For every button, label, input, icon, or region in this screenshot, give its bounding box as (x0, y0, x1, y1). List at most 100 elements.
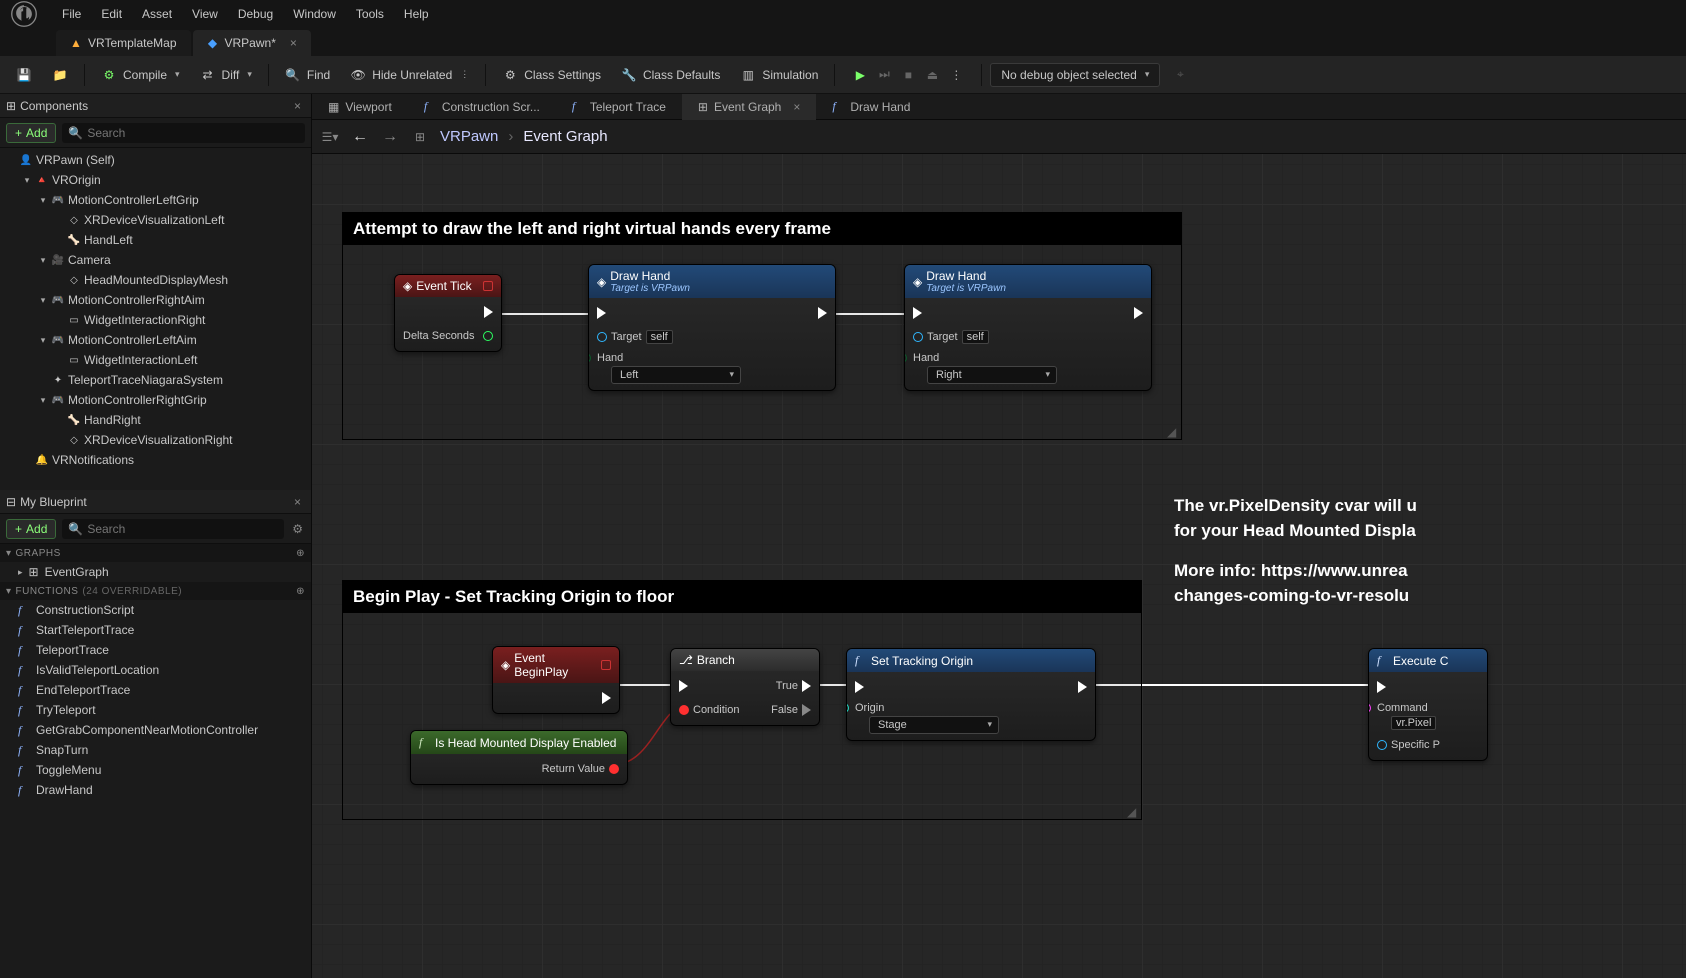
menu-debug[interactable]: Debug (228, 3, 283, 25)
component-item[interactable]: ▭WidgetInteractionLeft (0, 350, 311, 370)
close-icon[interactable]: × (793, 100, 800, 114)
play-button[interactable]: ▶ (849, 64, 871, 86)
function-item[interactable]: fIsValidTeleportLocation (0, 660, 311, 680)
component-item[interactable]: 🔔VRNotifications (0, 450, 311, 470)
exec-out-pin[interactable] (602, 692, 611, 704)
breakpoint-icon[interactable] (601, 660, 611, 670)
simulation-button[interactable]: ▥Simulation (732, 63, 826, 87)
twist-icon[interactable]: ▾ (38, 335, 48, 346)
function-item[interactable]: fDrawHand (0, 780, 311, 800)
history-dropdown-icon[interactable]: ☰▾ (320, 127, 340, 147)
node-draw-hand-right[interactable]: ◈Draw HandTarget is VRPawn Targetself Ha… (904, 264, 1152, 391)
node-set-tracking-origin[interactable]: fSet Tracking Origin Origin Stage (846, 648, 1096, 741)
compile-button[interactable]: ⚙Compile▾ (93, 63, 188, 87)
nav-back-icon[interactable]: ← (350, 127, 370, 147)
components-panel-header[interactable]: ⊞ Components × (0, 94, 311, 118)
origin-dropdown[interactable]: Stage (869, 716, 999, 734)
doc-tab-vrpawn[interactable]: ◆ VRPawn* × (193, 30, 311, 56)
tab-construction-script[interactable]: fConstruction Scr... (408, 94, 556, 120)
exec-in-pin[interactable] (1377, 681, 1386, 693)
target-value[interactable]: self (962, 330, 989, 344)
gear-icon[interactable]: ⚙ (290, 520, 305, 538)
function-item[interactable]: fConstructionScript (0, 600, 311, 620)
hand-dropdown[interactable]: Right (927, 366, 1057, 384)
myblueprint-search[interactable]: 🔍 (62, 519, 284, 539)
component-item[interactable]: ▾🎮MotionControllerRightAim (0, 290, 311, 310)
debug-object-selector[interactable]: No debug object selected ▾ (990, 63, 1160, 87)
breadcrumb-root[interactable]: VRPawn (440, 128, 498, 145)
nav-forward-icon[interactable]: → (380, 127, 400, 147)
component-item[interactable]: ▾🔺VROrigin (0, 170, 311, 190)
exec-in-pin[interactable] (597, 307, 606, 319)
function-item[interactable]: fToggleMenu (0, 760, 311, 780)
close-icon[interactable]: × (290, 36, 297, 50)
comment-header[interactable]: Attempt to draw the left and right virtu… (343, 213, 1181, 245)
menu-asset[interactable]: Asset (132, 3, 182, 25)
exec-out-pin[interactable] (1078, 681, 1087, 693)
tab-event-graph[interactable]: ⊞Event Graph× (682, 94, 816, 120)
tab-draw-hand[interactable]: fDraw Hand (816, 94, 926, 120)
object-in-pin[interactable] (1377, 740, 1387, 750)
breadcrumb-leaf[interactable]: Event Graph (523, 128, 607, 145)
find-button[interactable]: 🔍Find (277, 63, 338, 87)
function-item[interactable]: fSnapTurn (0, 740, 311, 760)
component-item[interactable]: ◇XRDeviceVisualizationLeft (0, 210, 311, 230)
play-options-button[interactable]: ⋮ (945, 64, 967, 86)
function-item[interactable]: fGetGrabComponentNearMotionController (0, 720, 311, 740)
eventgraph-item[interactable]: ▸ ⊞ EventGraph (0, 562, 311, 582)
menu-tools[interactable]: Tools (346, 3, 394, 25)
node-draw-hand-left[interactable]: ◈Draw HandTarget is VRPawn Targetself Ha… (588, 264, 836, 391)
component-item[interactable]: 👤VRPawn (Self) (0, 150, 311, 170)
exec-out-false-pin[interactable] (802, 704, 811, 716)
hand-dropdown[interactable]: Left (611, 366, 741, 384)
object-in-pin[interactable] (913, 332, 923, 342)
node-event-tick[interactable]: ◈Event Tick Delta Seconds (394, 274, 502, 352)
function-item[interactable]: fTeleportTrace (0, 640, 311, 660)
exec-out-pin[interactable] (818, 307, 827, 319)
component-item[interactable]: ▾🎮MotionControllerLeftGrip (0, 190, 311, 210)
browse-button[interactable]: 📁 (44, 63, 76, 87)
menu-help[interactable]: Help (394, 3, 439, 25)
twist-icon[interactable]: ▾ (38, 295, 48, 306)
components-search[interactable]: 🔍 (62, 123, 305, 143)
class-settings-button[interactable]: ⚙Class Settings (494, 63, 609, 87)
nav-home-icon[interactable]: ⊞ (410, 127, 430, 147)
object-in-pin[interactable] (597, 332, 607, 342)
step-button[interactable]: ⏭ (873, 64, 895, 86)
debug-find-button[interactable]: ⌖ (1164, 63, 1196, 87)
myblueprint-panel-header[interactable]: ⊟ My Blueprint × (0, 490, 311, 514)
exec-in-pin[interactable] (679, 680, 688, 692)
component-item[interactable]: ◇XRDeviceVisualizationRight (0, 430, 311, 450)
add-graph-icon[interactable]: ⊕ (296, 548, 305, 559)
twist-icon[interactable]: ▾ (38, 255, 48, 266)
command-value[interactable]: vr.Pixel (1391, 716, 1436, 730)
close-icon[interactable]: × (290, 99, 305, 113)
menu-edit[interactable]: Edit (91, 3, 132, 25)
function-item[interactable]: fTryTeleport (0, 700, 311, 720)
bool-in-pin[interactable] (679, 705, 689, 715)
menu-window[interactable]: Window (283, 3, 346, 25)
add-component-button[interactable]: +Add (6, 123, 56, 143)
twist-icon[interactable]: ▾ (38, 395, 48, 406)
float-out-pin[interactable] (483, 331, 493, 341)
component-item[interactable]: ▭WidgetInteractionRight (0, 310, 311, 330)
exec-out-pin[interactable] (484, 306, 493, 318)
tab-teleport-trace[interactable]: fTeleport Trace (556, 94, 682, 120)
function-item[interactable]: fStartTeleportTrace (0, 620, 311, 640)
enum-in-pin[interactable] (588, 353, 591, 363)
bool-out-pin[interactable] (609, 764, 619, 774)
twist-icon[interactable]: ▾ (22, 175, 32, 186)
comment-header[interactable]: Begin Play - Set Tracking Origin to floo… (343, 581, 1141, 613)
functions-category[interactable]: ▾ FUNCTIONS (24 OVERRIDABLE) ⊕ (0, 582, 311, 600)
menu-view[interactable]: View (182, 3, 228, 25)
add-function-icon[interactable]: ⊕ (296, 586, 305, 597)
component-item[interactable]: ◇HeadMountedDisplayMesh (0, 270, 311, 290)
exec-out-true-pin[interactable] (802, 680, 811, 692)
enum-in-pin[interactable] (846, 703, 849, 713)
enum-in-pin[interactable] (904, 353, 907, 363)
eject-button[interactable]: ⏏ (921, 64, 943, 86)
menu-file[interactable]: File (52, 3, 91, 25)
exec-out-pin[interactable] (1134, 307, 1143, 319)
graph-area[interactable]: ▦Viewport fConstruction Scr... fTeleport… (312, 94, 1686, 978)
resize-grip-icon[interactable]: ◢ (1127, 805, 1139, 817)
